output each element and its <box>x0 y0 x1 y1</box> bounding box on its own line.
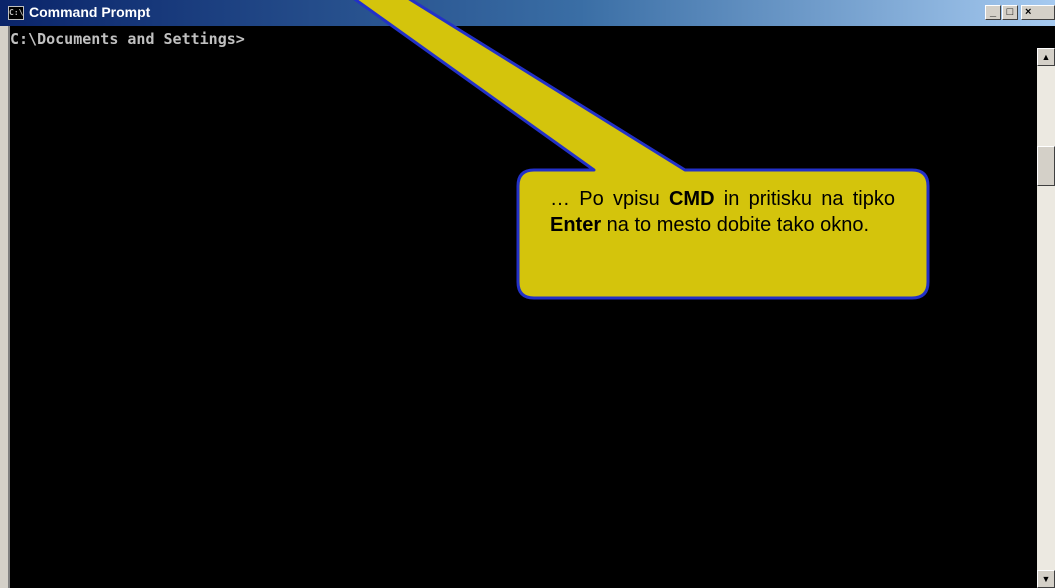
callout-bubble <box>353 0 930 300</box>
callout-graphic <box>353 0 930 300</box>
callout-text: … Po vpisu CMD in pritisku na tipko Ente… <box>550 188 895 236</box>
